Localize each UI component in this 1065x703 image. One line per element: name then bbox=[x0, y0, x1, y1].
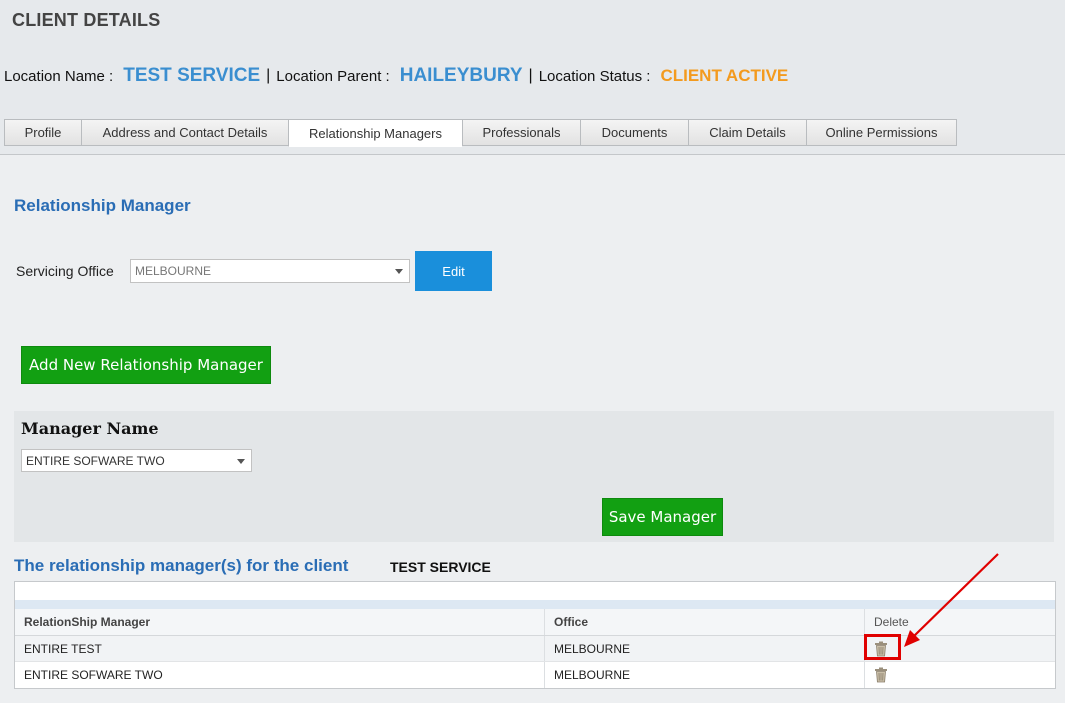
location-status-label: Location Status : bbox=[538, 67, 651, 85]
table-row: ENTIRE SOFWARE TWO MELBOURNE bbox=[15, 662, 1055, 688]
client-name: TEST SERVICE bbox=[390, 559, 491, 575]
edit-button[interactable]: Edit bbox=[415, 251, 492, 291]
location-parent-value: HAILEYBURY bbox=[399, 65, 523, 86]
managers-table-heading: The relationship manager(s) for the clie… bbox=[14, 556, 349, 575]
tab-claim-details[interactable]: Claim Details bbox=[688, 119, 806, 146]
tab-address-contact[interactable]: Address and Contact Details bbox=[81, 119, 288, 146]
tab-relationship-managers[interactable]: Relationship Managers bbox=[288, 119, 462, 147]
manager-name-value: ENTIRE SOFWARE TWO bbox=[26, 453, 165, 468]
manager-cell: ENTIRE SOFWARE TWO bbox=[15, 662, 545, 688]
servicing-office-value: MELBOURNE bbox=[135, 264, 212, 278]
manager-name-label: Manager Name bbox=[21, 419, 159, 438]
location-name-value: TEST SERVICE bbox=[123, 65, 261, 86]
column-header-office[interactable]: Office bbox=[545, 609, 865, 635]
location-bar: Location Name : TEST SERVICE | Location … bbox=[4, 62, 788, 90]
annotation-arrow bbox=[904, 553, 999, 647]
tab-documents[interactable]: Documents bbox=[580, 119, 688, 146]
tab-online-permissions[interactable]: Online Permissions bbox=[806, 119, 957, 146]
save-manager-button[interactable]: Save Manager bbox=[602, 498, 723, 536]
tab-professionals[interactable]: Professionals bbox=[462, 119, 580, 146]
chevron-down-icon bbox=[237, 458, 245, 464]
location-parent-label: Location Parent : bbox=[276, 67, 390, 85]
delete-cell bbox=[865, 662, 1055, 688]
relationship-manager-heading: Relationship Manager bbox=[14, 196, 191, 215]
office-cell: MELBOURNE bbox=[545, 662, 865, 688]
separator: | bbox=[528, 67, 533, 84]
manager-form: Manager Name ENTIRE SOFWARE TWO Save Man… bbox=[14, 411, 1054, 542]
chevron-down-icon bbox=[395, 269, 403, 274]
manager-name-select[interactable]: ENTIRE SOFWARE TWO bbox=[21, 449, 252, 472]
manager-cell: ENTIRE TEST bbox=[15, 636, 545, 661]
column-header-manager[interactable]: RelationShip Manager bbox=[15, 609, 545, 635]
location-status-value: CLIENT ACTIVE bbox=[660, 66, 789, 85]
page-title: CLIENT DETAILS bbox=[12, 10, 161, 30]
office-cell: MELBOURNE bbox=[545, 636, 865, 661]
add-relationship-manager-button[interactable]: Add New Relationship Manager bbox=[21, 346, 271, 384]
location-name-label: Location Name : bbox=[4, 67, 114, 85]
servicing-office-label: Servicing Office bbox=[16, 263, 114, 279]
tab-bar: Profile Address and Contact Details Rela… bbox=[4, 119, 957, 147]
separator: | bbox=[266, 67, 271, 84]
tab-profile[interactable]: Profile bbox=[4, 119, 81, 146]
servicing-office-select[interactable]: MELBOURNE bbox=[130, 259, 410, 283]
trash-icon[interactable] bbox=[874, 667, 888, 688]
